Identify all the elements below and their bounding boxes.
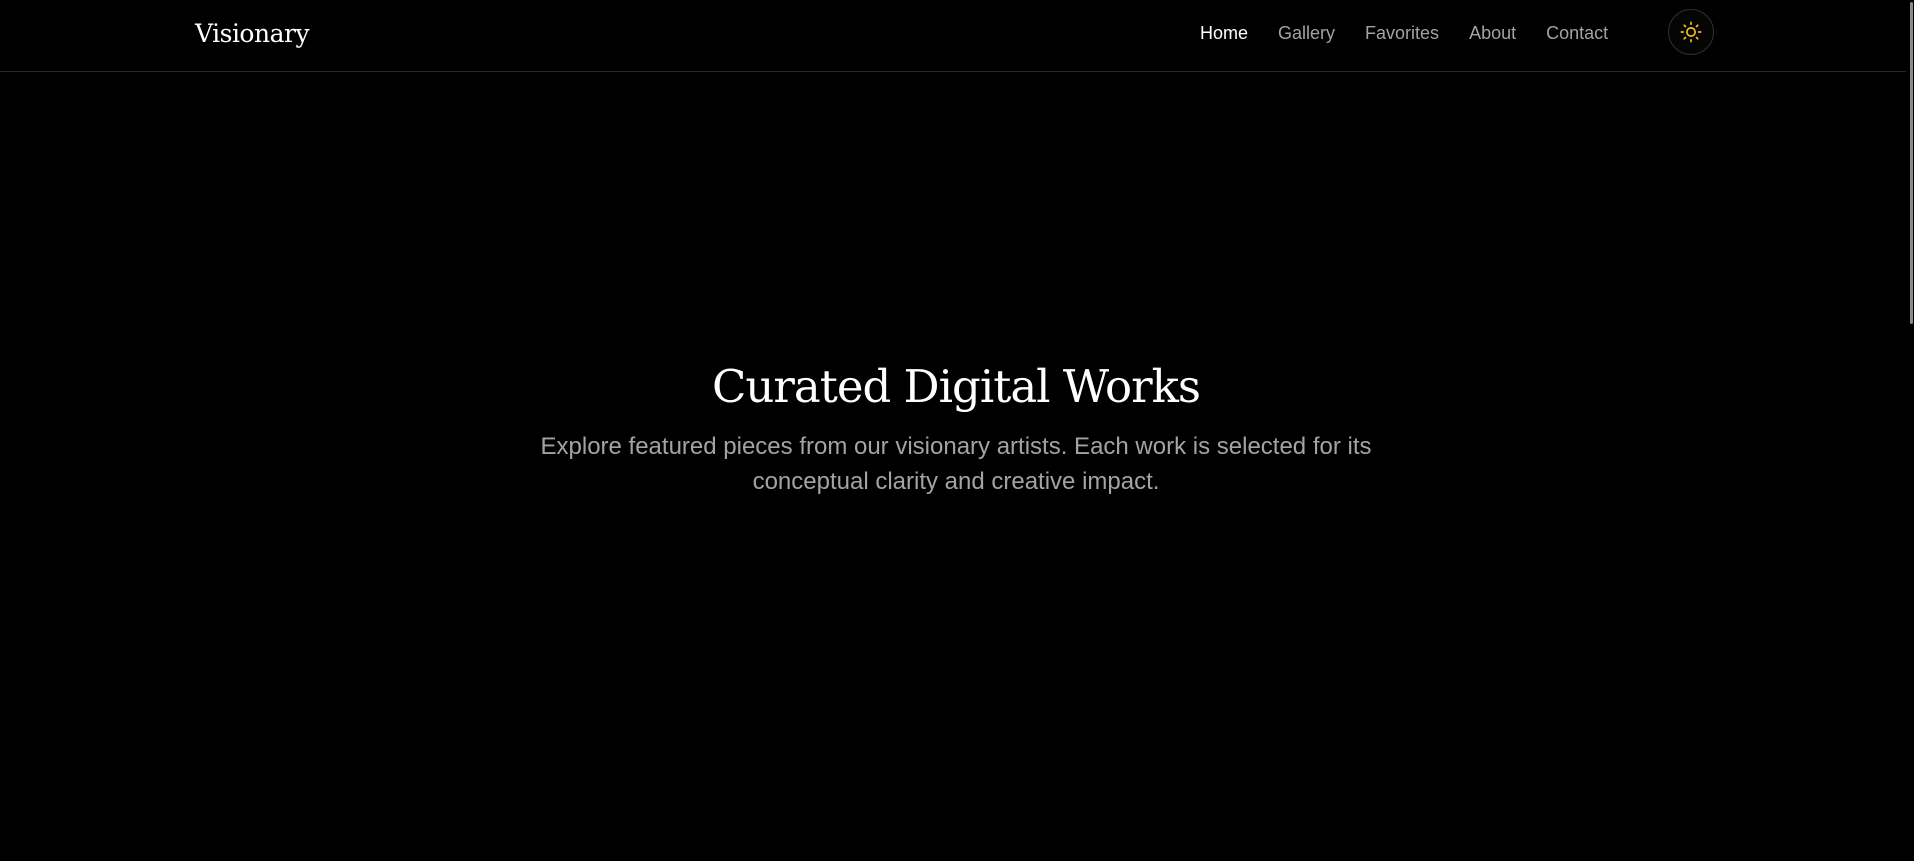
scrollbar[interactable] bbox=[1906, 0, 1914, 861]
nav-link-home[interactable]: Home bbox=[1200, 21, 1248, 45]
hero-subtitle: Explore featured pieces from our visiona… bbox=[540, 433, 1372, 495]
nav-link-contact[interactable]: Contact bbox=[1546, 21, 1608, 45]
theme-toggle-button[interactable] bbox=[1668, 9, 1714, 55]
main-nav: Home Gallery Favorites About Contact bbox=[1200, 0, 1638, 66]
hero-section: Curated Digital Works Explore featured p… bbox=[0, 355, 1912, 499]
navbar: Visionary Home Gallery Favorites About C… bbox=[0, 0, 1914, 72]
scrollbar-thumb[interactable] bbox=[1910, 2, 1913, 324]
site-logo[interactable]: Visionary bbox=[195, 16, 310, 52]
nav-link-about[interactable]: About bbox=[1469, 21, 1516, 45]
sun-icon bbox=[1680, 21, 1702, 43]
hero-title: Curated Digital Works bbox=[711, 360, 1201, 413]
nav-link-favorites[interactable]: Favorites bbox=[1365, 21, 1439, 45]
page: Visionary Home Gallery Favorites About C… bbox=[0, 0, 1914, 861]
nav-link-gallery[interactable]: Gallery bbox=[1278, 21, 1335, 45]
